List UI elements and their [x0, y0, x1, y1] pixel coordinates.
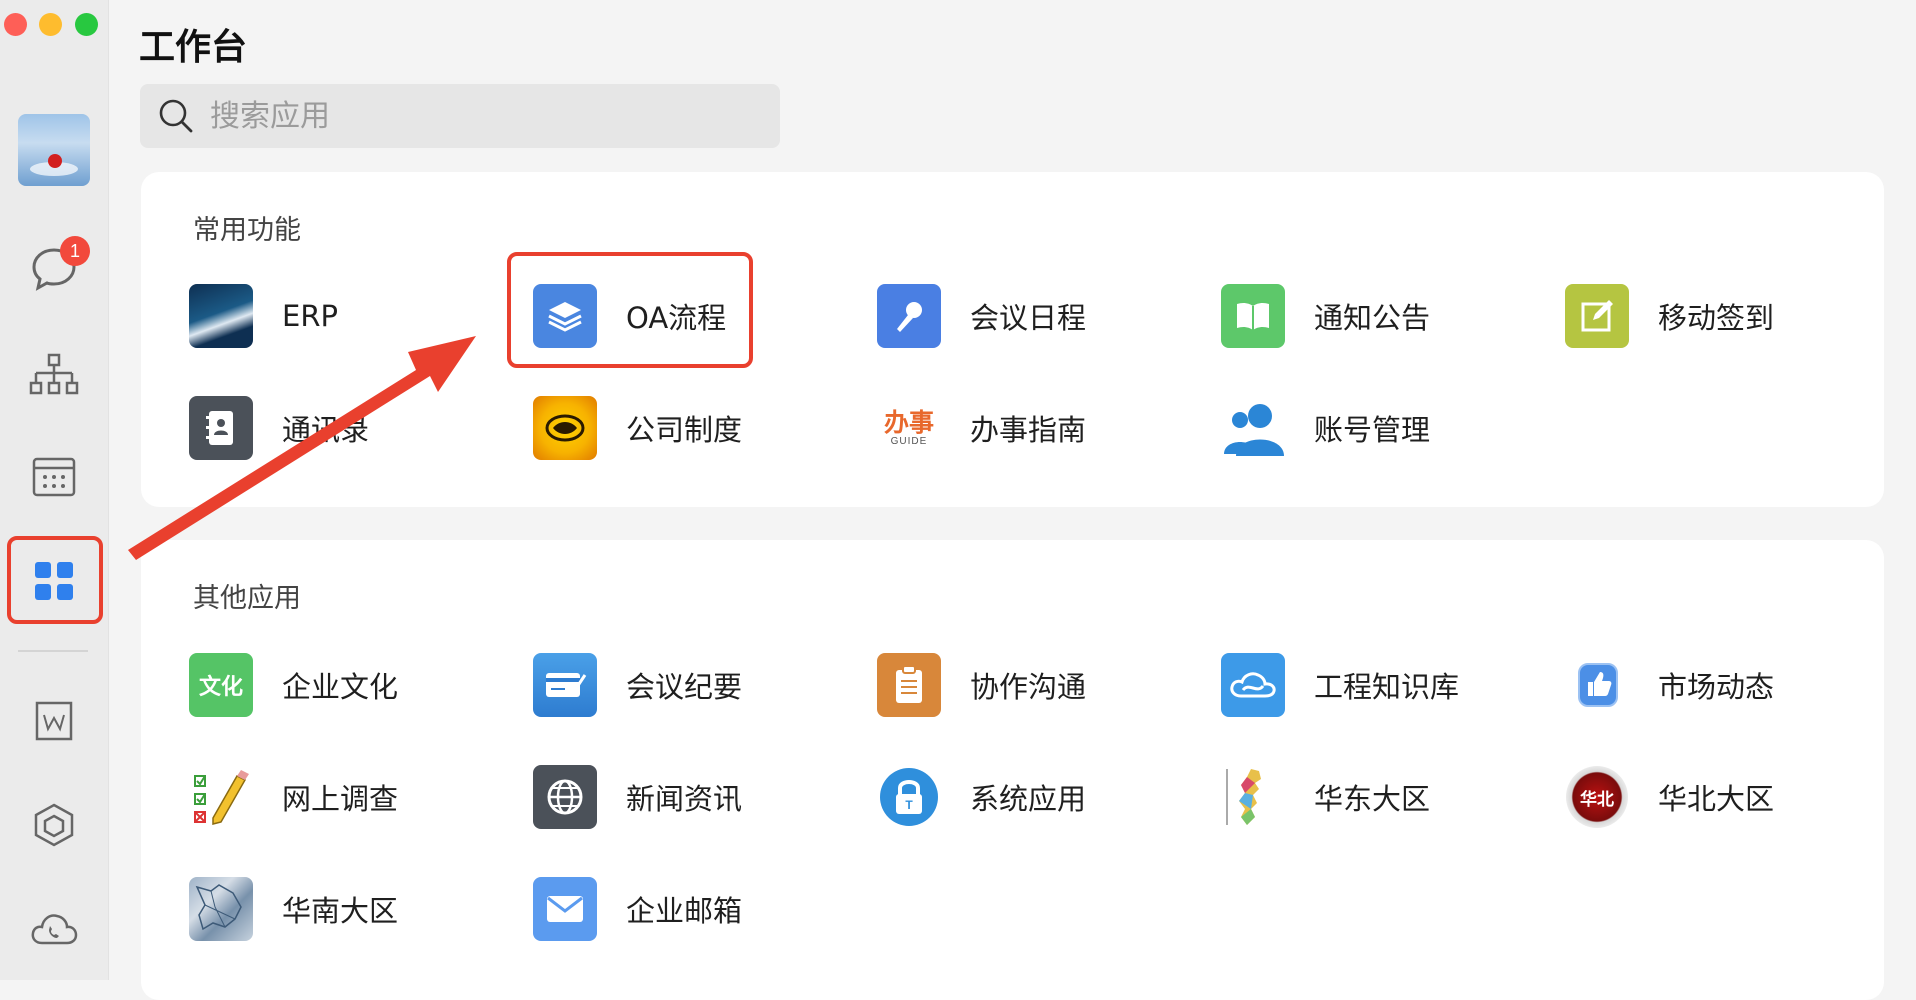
- app-news-info[interactable]: 新闻资讯: [533, 764, 742, 830]
- app-mobile-checkin[interactable]: 移动签到: [1565, 283, 1774, 349]
- workbench-highlight-box: [7, 536, 103, 624]
- app-label: 会议日程: [970, 301, 1087, 335]
- app-east-china[interactable]: 华东大区: [1221, 764, 1430, 830]
- app-company-mail[interactable]: 企业邮箱: [533, 876, 742, 942]
- lock-icon: T: [877, 765, 941, 829]
- section-title-common: 常用功能: [193, 215, 301, 246]
- culture-icon-text: 文化: [198, 675, 243, 700]
- address-book-icon: [189, 396, 253, 460]
- sidebar-item-calendar[interactable]: [13, 436, 95, 518]
- search-bar[interactable]: [140, 84, 780, 148]
- app-label: 新闻资讯: [626, 782, 743, 816]
- sidebar-item-phone[interactable]: [13, 888, 95, 970]
- app-announcements[interactable]: 通知公告: [1221, 283, 1430, 349]
- app-label: 网上调查: [282, 782, 399, 816]
- app-service-guide[interactable]: 办事 GUIDE 办事指南: [877, 395, 1086, 461]
- app-label: 企业邮箱: [626, 894, 743, 928]
- common-functions-card: 常用功能 ERP OA流程 会议日程 通知公告 移动签到 通讯录 公司制度 办事…: [141, 172, 1884, 507]
- unread-badge: 1: [60, 236, 90, 266]
- edit-note-icon: [1565, 284, 1629, 348]
- culture-icon: 文化: [189, 653, 253, 717]
- thumbs-up-icon: [1565, 653, 1629, 717]
- globe-icon: [533, 765, 597, 829]
- app-collaboration[interactable]: 协作沟通: [877, 652, 1086, 718]
- close-window-button[interactable]: [4, 13, 27, 36]
- oa-workflow-highlight-box: [507, 252, 753, 368]
- app-south-china[interactable]: 华南大区: [189, 876, 398, 942]
- book-icon: [1221, 284, 1285, 348]
- app-label: ERP: [282, 299, 338, 333]
- app-contacts[interactable]: 通讯录: [189, 395, 369, 461]
- org-chart-icon: [29, 353, 79, 395]
- app-label: 移动签到: [1658, 301, 1775, 335]
- south-china-map-icon: [189, 877, 253, 941]
- calendar-icon: [32, 457, 76, 497]
- app-market-news[interactable]: 市场动态: [1565, 652, 1774, 718]
- word-doc-icon: [35, 701, 73, 741]
- north-china-seal: 华北: [1566, 766, 1628, 828]
- cloud-icon: [1221, 653, 1285, 717]
- app-corporate-culture[interactable]: 文化 企业文化: [189, 652, 398, 718]
- app-online-survey[interactable]: 网上调查: [189, 764, 398, 830]
- app-label: 企业文化: [282, 670, 399, 704]
- survey-checklist-icon: [189, 765, 253, 829]
- sidebar-divider: [18, 650, 88, 652]
- clipboard-icon: [877, 653, 941, 717]
- app-label: 系统应用: [970, 782, 1087, 816]
- app-meeting-schedule[interactable]: 会议日程: [877, 283, 1086, 349]
- app-account-management[interactable]: 账号管理: [1221, 395, 1430, 461]
- app-erp[interactable]: ERP: [189, 283, 338, 349]
- app-label: 通知公告: [1314, 301, 1431, 335]
- app-label: 协作沟通: [970, 670, 1087, 704]
- other-apps-card: 其他应用 文化 企业文化 会议纪要 协作沟通 工程知识库 市场动态 网上调查 新…: [141, 540, 1884, 1000]
- app-label: 账号管理: [1314, 413, 1431, 447]
- mail-icon: [533, 877, 597, 941]
- section-title-other: 其他应用: [193, 583, 301, 614]
- app-label: 工程知识库: [1314, 670, 1460, 704]
- microphone-icon: [877, 284, 941, 348]
- page-title: 工作台: [139, 27, 248, 68]
- app-label: 通讯录: [282, 413, 370, 447]
- users-icon: [1221, 396, 1285, 460]
- card-pen-icon: [533, 653, 597, 717]
- sidebar-item-docs[interactable]: [13, 680, 95, 762]
- app-meeting-minutes[interactable]: 会议纪要: [533, 652, 742, 718]
- service-guide-icon: 办事 GUIDE: [877, 396, 941, 460]
- svg-text:T: T: [905, 798, 913, 812]
- app-engineering-kb[interactable]: 工程知识库: [1221, 652, 1459, 718]
- company-policy-icon: [533, 396, 597, 460]
- app-label: 市场动态: [1658, 670, 1775, 704]
- sidebar-item-organization[interactable]: [13, 334, 95, 416]
- erp-icon: [189, 284, 253, 348]
- hexagon-cube-icon: [34, 803, 74, 847]
- app-label: 办事指南: [970, 413, 1087, 447]
- app-label: 华东大区: [1314, 782, 1431, 816]
- app-company-policy[interactable]: 公司制度: [533, 395, 742, 461]
- sidebar: 1: [0, 0, 109, 980]
- north-china-seal-icon: 华北: [1565, 765, 1629, 829]
- avatar[interactable]: [18, 114, 90, 186]
- minimize-window-button[interactable]: [39, 13, 62, 36]
- app-label: 华北大区: [1658, 782, 1775, 816]
- app-north-china[interactable]: 华北 华北大区: [1565, 764, 1774, 830]
- search-input[interactable]: [208, 97, 752, 135]
- east-china-map-icon: [1221, 765, 1285, 829]
- avatar-flower: [48, 154, 62, 168]
- app-system-apps[interactable]: T 系统应用: [877, 764, 1086, 830]
- maximize-window-button[interactable]: [75, 13, 98, 36]
- north-china-seal-text: 华北: [1580, 789, 1614, 810]
- search-icon: [159, 99, 193, 133]
- service-guide-icon-subtext: GUIDE: [890, 436, 928, 447]
- app-label: 会议纪要: [626, 670, 743, 704]
- app-label: 公司制度: [626, 413, 743, 447]
- app-label: 华南大区: [282, 894, 399, 928]
- sidebar-item-app-center[interactable]: [13, 784, 95, 866]
- cloud-phone-icon: [31, 914, 78, 945]
- service-guide-icon-text: 办事: [883, 408, 934, 437]
